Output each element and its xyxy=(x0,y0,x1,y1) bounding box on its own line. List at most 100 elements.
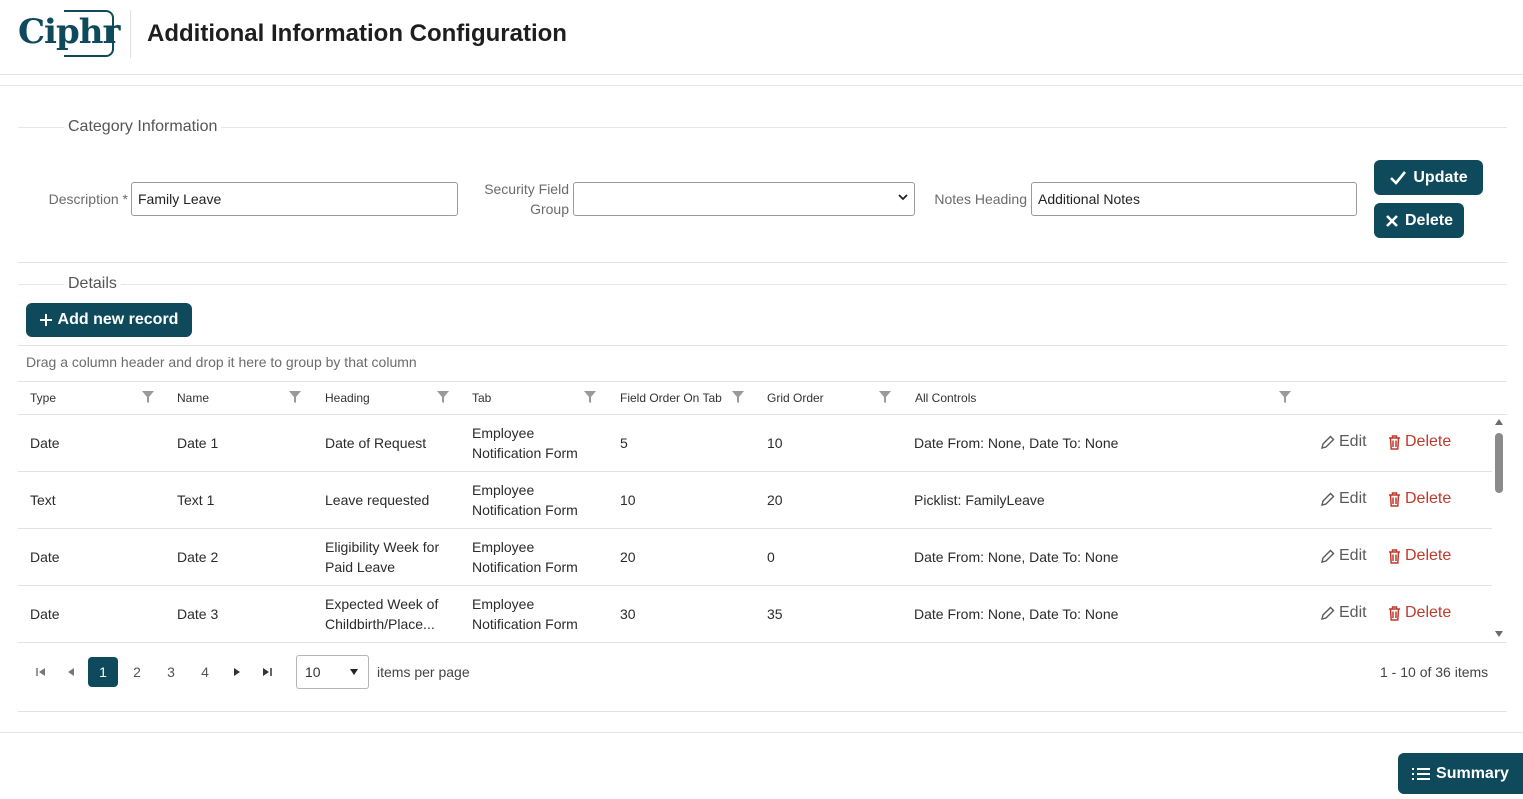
table-row[interactable]: Text Text 1 Leave requested Employee Not… xyxy=(18,472,1492,529)
description-label: Description * xyxy=(48,191,128,207)
column-header-all-controls[interactable]: All Controls xyxy=(915,391,976,405)
filter-icon[interactable] xyxy=(289,391,301,403)
page-3-button[interactable]: 3 xyxy=(156,657,186,687)
scroll-down-icon[interactable] xyxy=(1495,630,1503,638)
scroll-up-icon[interactable] xyxy=(1495,418,1503,426)
table-row[interactable]: Date Date 2 Eligibility Week for Paid Le… xyxy=(18,529,1492,586)
description-input[interactable] xyxy=(131,182,458,216)
column-header-name[interactable]: Name xyxy=(177,391,209,405)
cell-type: Date xyxy=(30,606,60,622)
cell-heading-line2: Childbirth/Place... xyxy=(325,616,435,632)
pencil-icon xyxy=(1321,606,1335,620)
security-field-group-select[interactable] xyxy=(573,182,915,216)
page-4-button[interactable]: 4 xyxy=(190,657,220,687)
filter-icon[interactable] xyxy=(584,391,596,403)
cell-heading: Date of Request xyxy=(325,435,427,451)
filter-icon[interactable] xyxy=(879,391,891,403)
pager-summary: 1 - 10 of 36 items xyxy=(1380,664,1489,680)
delete-label: Delete xyxy=(1405,433,1452,450)
cell-tab-line1: Employee xyxy=(472,596,535,612)
delete-category-button[interactable]: Delete xyxy=(1374,203,1464,238)
scroll-thumb[interactable] xyxy=(1495,433,1503,493)
cell-heading: Leave requested xyxy=(325,492,430,508)
chevron-down-icon xyxy=(898,194,908,201)
summary-button[interactable]: Summary xyxy=(1398,753,1523,794)
caret-down-icon xyxy=(350,669,358,675)
category-bottom-line xyxy=(18,262,1507,263)
cell-type: Date xyxy=(30,435,60,451)
column-header-heading[interactable]: Heading xyxy=(325,391,370,405)
filter-icon[interactable] xyxy=(732,391,744,403)
trash-icon xyxy=(1389,605,1400,621)
cell-type: Text xyxy=(30,492,56,508)
cell-tab-line1: Employee xyxy=(472,539,535,555)
edit-button[interactable]: Edit xyxy=(1320,604,1367,622)
page-size-value: 10 xyxy=(305,664,321,680)
cell-all-controls: Date From: None, Date To: None xyxy=(914,606,1119,622)
trash-icon xyxy=(1389,434,1400,450)
cell-all-controls: Date From: None, Date To: None xyxy=(914,549,1119,565)
items-per-page-label: items per page xyxy=(377,664,470,680)
next-page-icon[interactable] xyxy=(229,664,245,680)
cell-tab-line1: Employee xyxy=(472,482,535,498)
header-divider xyxy=(130,10,131,58)
category-legend-line xyxy=(18,127,1507,128)
delete-button[interactable]: Delete xyxy=(1388,433,1451,451)
plus-icon xyxy=(39,314,52,326)
cell-name: Date 3 xyxy=(177,606,219,622)
page-size-select[interactable]: 10 xyxy=(296,655,369,689)
update-button[interactable]: Update xyxy=(1374,160,1483,195)
logo-text: Ciphr xyxy=(18,12,120,52)
pencil-icon xyxy=(1321,435,1335,449)
delete-button[interactable]: Delete xyxy=(1388,490,1451,508)
add-new-record-button[interactable]: Add new record xyxy=(26,303,192,337)
group-by-hint[interactable]: Drag a column header and drop it here to… xyxy=(26,354,417,370)
filter-icon[interactable] xyxy=(437,391,449,403)
delete-button[interactable]: Delete xyxy=(1388,547,1451,565)
list-icon xyxy=(1412,767,1431,780)
grid-scrollbar[interactable] xyxy=(1492,415,1506,642)
grid-bottom-line xyxy=(18,642,1507,643)
security-label-line2: Group xyxy=(530,201,569,217)
cell-grid-order: 10 xyxy=(767,435,783,451)
table-row[interactable]: Date Date 3 Expected Week of Childbirth/… xyxy=(18,586,1492,643)
cell-heading-line1: Eligibility Week for xyxy=(325,539,440,555)
cell-heading-line2: Paid Leave xyxy=(325,559,396,575)
column-header-type[interactable]: Type xyxy=(30,391,56,405)
summary-button-label: Summary xyxy=(1436,764,1509,782)
header-separator xyxy=(0,85,1523,86)
previous-page-icon[interactable] xyxy=(63,664,79,680)
edit-label: Edit xyxy=(1339,490,1367,507)
cell-name: Date 2 xyxy=(177,549,219,565)
page-1-button[interactable]: 1 xyxy=(88,657,118,687)
ciphr-logo[interactable]: Ciphr xyxy=(18,10,120,58)
column-header-grid-order[interactable]: Grid Order xyxy=(767,391,824,405)
column-header-field-order[interactable]: Field Order On Tab xyxy=(620,391,722,405)
filter-icon[interactable] xyxy=(1279,391,1291,403)
security-label-line1: Security Field xyxy=(484,181,569,197)
edit-button[interactable]: Edit xyxy=(1320,547,1367,565)
trash-icon xyxy=(1389,491,1400,507)
notes-heading-input[interactable] xyxy=(1031,182,1357,216)
delete-label: Delete xyxy=(1405,547,1452,564)
filter-icon[interactable] xyxy=(142,391,154,403)
delete-button[interactable]: Delete xyxy=(1388,604,1451,622)
close-icon xyxy=(1386,214,1398,227)
category-legend: Category Information xyxy=(64,118,222,136)
page-title: Additional Information Configuration xyxy=(147,20,567,47)
first-page-icon[interactable] xyxy=(33,664,49,680)
edit-button[interactable]: Edit xyxy=(1320,433,1367,451)
edit-button[interactable]: Edit xyxy=(1320,490,1367,508)
delete-category-button-label: Delete xyxy=(1404,211,1454,229)
column-header-tab[interactable]: Tab xyxy=(472,391,491,405)
cell-all-controls: Picklist: FamilyLeave xyxy=(914,492,1045,508)
last-page-icon[interactable] xyxy=(259,664,275,680)
page-2-button[interactable]: 2 xyxy=(122,657,152,687)
cell-tab-line2: Notification Form xyxy=(472,559,578,575)
cell-field-order: 20 xyxy=(620,549,636,565)
app-header: Ciphr Additional Information Configurati… xyxy=(0,0,1523,75)
cell-name: Date 1 xyxy=(177,435,219,451)
table-row[interactable]: Date Date 1 Date of Request Employee Not… xyxy=(18,415,1492,472)
cell-grid-order: 20 xyxy=(767,492,783,508)
cell-all-controls: Date From: None, Date To: None xyxy=(914,435,1119,451)
